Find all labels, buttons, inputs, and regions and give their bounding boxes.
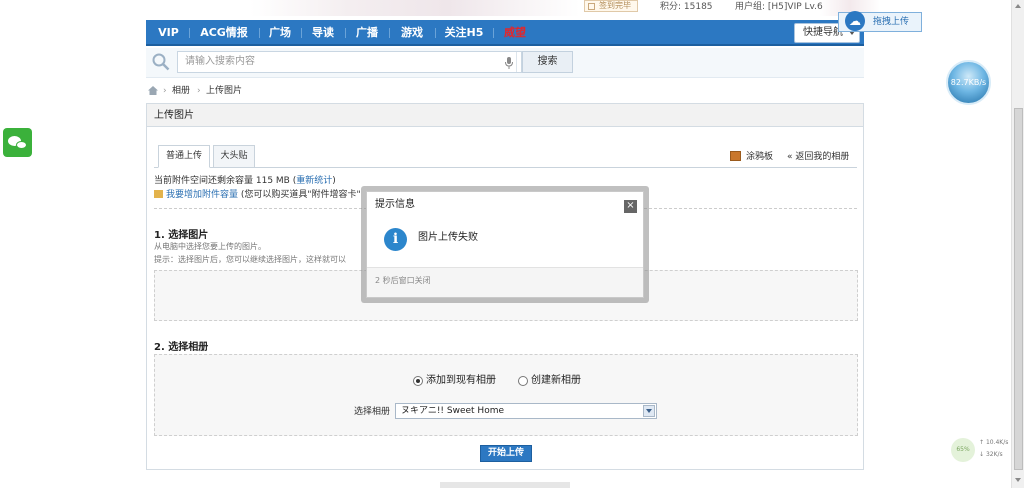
back-to-albums-link[interactable]: « 返回我的相册 <box>787 151 849 163</box>
microphone-icon[interactable] <box>504 57 514 69</box>
nav-separator <box>189 28 190 38</box>
breadcrumb-separator: › <box>163 86 167 96</box>
increase-quota-link[interactable]: 我要增加附件容量 <box>166 190 238 200</box>
nav-item-vip[interactable]: VIP <box>152 20 185 46</box>
dialog-message: 图片上传失败 <box>418 232 478 243</box>
header-decoration <box>250 0 580 16</box>
checkin-icon <box>588 3 595 10</box>
paint-board-icon <box>730 151 741 161</box>
nav-item-guide[interactable]: 导读 <box>305 20 341 46</box>
usergroup-text[interactable]: 用户组: [H5]VIP Lv.6 <box>735 0 823 14</box>
signed-badge[interactable]: 签到完毕 <box>584 0 638 12</box>
tab-avatar-photo[interactable]: 大头贴 <box>213 145 255 168</box>
drag-upload-button[interactable]: ☁ 拖拽上传 <box>838 11 922 32</box>
section-select-images-title: 1. 选择图片 <box>154 230 209 241</box>
nav-item-games[interactable]: 游戏 <box>393 20 431 46</box>
radio-new-album[interactable]: 创建新相册 <box>518 375 581 387</box>
section-select-images-tip: 提示：选择图片后，您可以继续选择图片，这样就可以 <box>154 255 346 264</box>
alert-dialog: 提示信息 × i 图片上传失败 2 秒后窗口关闭 <box>366 191 644 298</box>
search-button[interactable]: 搜索 <box>522 51 573 73</box>
capacity-icon <box>154 190 163 198</box>
nav-item-plaza[interactable]: 广场 <box>263 20 297 46</box>
search-row: 请输入搜索内容 帖子 搜索 <box>146 48 864 78</box>
scroll-down-icon[interactable] <box>1015 478 1021 482</box>
download-rate: ↓ 32K/s <box>979 451 1003 458</box>
nav-separator <box>493 28 494 38</box>
nav-item-broadcast[interactable]: 广播 <box>349 20 385 46</box>
radio-button-checked <box>413 376 423 386</box>
section-select-images-desc: 从电脑中选择您要上传的图片。 <box>154 242 266 251</box>
dropdown-arrow-icon <box>643 405 655 417</box>
search-input[interactable]: 请输入搜索内容 帖子 <box>177 51 550 73</box>
network-percent: 65% <box>951 438 975 462</box>
dialog-footer: 2 秒后窗口关闭 <box>367 267 643 297</box>
scrollbar-thumb[interactable] <box>1014 108 1023 470</box>
quota-text: 当前附件空间还剩余容量 115 MB (重新统计) <box>154 176 336 186</box>
recount-link[interactable]: 重新统计 <box>296 176 332 186</box>
nav-separator <box>389 28 390 38</box>
breadcrumb-upload: 上传图片 <box>206 86 243 96</box>
nav-item-acg[interactable]: ACG情报 <box>193 20 255 46</box>
paint-board-link[interactable]: 涂鸦板 <box>746 151 773 163</box>
page-scrollbar[interactable] <box>1011 0 1024 488</box>
nav-item-prestige[interactable]: 威望 <box>497 20 533 46</box>
nav-separator <box>301 28 302 38</box>
dialog-title: 提示信息 <box>375 199 415 210</box>
panel-title: 上传图片 <box>147 104 863 127</box>
main-nav: VIP ACG情报 广场 导读 广播 游戏 关注H5 威望 快捷导航 <box>146 20 864 46</box>
radio-existing-album[interactable]: 添加到现有相册 <box>413 375 496 387</box>
section-select-album-title: 2. 选择相册 <box>154 342 209 353</box>
radio-button <box>518 376 528 386</box>
wechat-icon[interactable] <box>3 128 32 157</box>
scroll-up-icon[interactable] <box>1015 4 1021 8</box>
network-speed-ball[interactable]: 82.7KB/s <box>946 60 991 105</box>
album-select-area <box>154 354 858 436</box>
breadcrumb-album[interactable]: 相册 <box>172 85 190 97</box>
points-text[interactable]: 积分: 15185 <box>660 0 713 14</box>
increase-quota-row: 我要增加附件容量 (您可以购买道具"附件增容卡" <box>154 189 361 201</box>
search-icon <box>152 53 170 71</box>
close-icon[interactable]: × <box>624 200 637 213</box>
cloud-upload-icon: ☁ <box>845 11 865 31</box>
album-select[interactable]: ヌキアニ!! Sweet Home <box>395 403 657 419</box>
upload-rate: ↑ 10.4K/s <box>979 439 1009 446</box>
breadcrumb-separator: › <box>197 86 201 96</box>
tab-normal-upload[interactable]: 普通上传 <box>158 145 210 168</box>
nav-separator <box>259 28 260 38</box>
footer-strip <box>440 482 570 488</box>
nav-separator <box>435 28 436 38</box>
nav-item-follow[interactable]: 关注H5 <box>439 20 489 46</box>
album-select-label: 选择相册 <box>354 407 391 417</box>
network-monitor[interactable]: 65% ↑ 10.4K/s ↓ 32K/s <box>951 436 1015 464</box>
tabs-divider <box>154 167 857 168</box>
home-icon[interactable] <box>148 86 158 95</box>
info-icon: i <box>384 228 407 251</box>
start-upload-button[interactable]: 开始上传 <box>480 445 532 462</box>
nav-separator <box>345 28 346 38</box>
